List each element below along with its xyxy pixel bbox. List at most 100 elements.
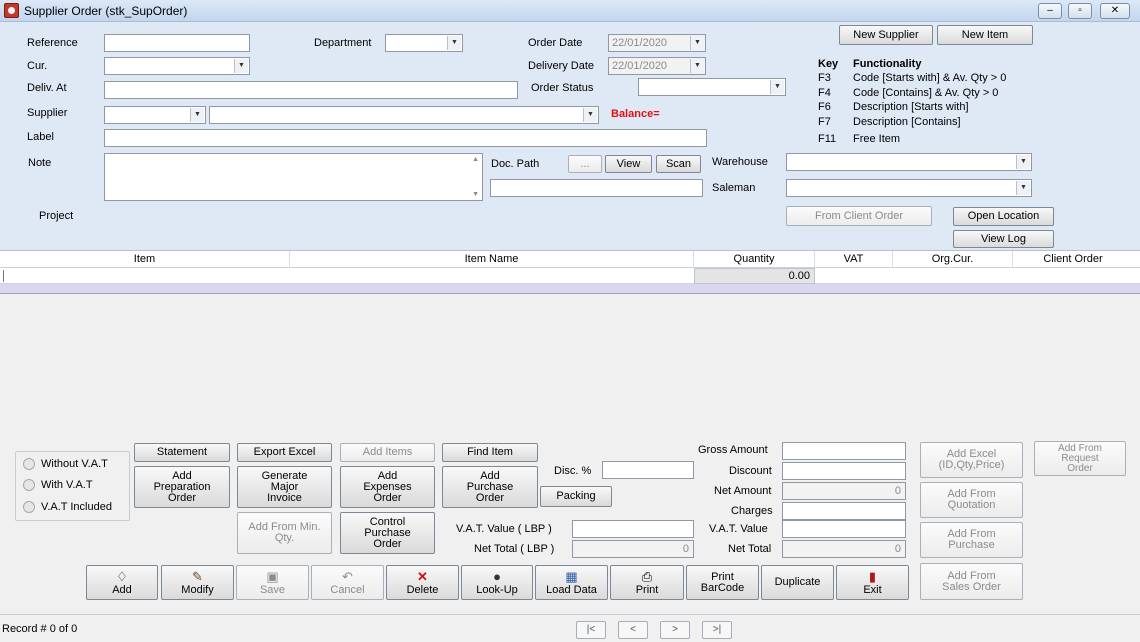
net-amount-input[interactable]: 0 [782,482,906,500]
supplier-code-select[interactable]: ▼ [104,106,206,124]
delete-button[interactable]: ✕ Delete [386,565,459,600]
net-amount-label: Net Amount [714,485,772,497]
order-date-value: 22/01/2020 [612,37,668,49]
column-vat[interactable]: VAT [815,251,893,268]
department-select[interactable]: ▼ [385,34,463,52]
add-from-min-qty-button[interactable]: Add From Min. Qty. [237,512,332,554]
statement-button[interactable]: Statement [134,443,230,462]
add-from-quotation-button[interactable]: Add From Quotation [920,482,1023,518]
key-header: Key [818,58,839,70]
modify-button[interactable]: ✎ Modify [161,565,234,600]
without-vat-label: Without V.A.T [41,458,108,470]
delivery-date-input[interactable]: 22/01/2020 ▼ [608,57,706,75]
deliv-at-label: Deliv. At [27,82,67,94]
restore-button[interactable]: ▫ [1068,3,1092,19]
scroll-up-icon[interactable]: ▲ [472,156,479,163]
deliv-at-input[interactable] [104,81,518,99]
gross-amount-input[interactable] [782,442,906,460]
net-total-label: Net Total [728,543,772,555]
last-record-button[interactable]: >| [702,621,732,639]
add-from-request-order-button[interactable]: Add From Request Order [1034,441,1126,476]
doc-path-input[interactable] [490,179,703,197]
with-vat-radio[interactable] [23,479,35,491]
column-item[interactable]: Item [0,251,290,268]
lookup-button[interactable]: ● Look-Up [461,565,533,600]
from-client-order-button[interactable]: From Client Order [786,206,932,226]
vat-value-input[interactable] [782,520,906,538]
close-button[interactable]: ✕ [1100,3,1130,19]
generate-major-invoice-button[interactable]: Generate Major Invoice [237,466,332,508]
column-org-cur[interactable]: Org.Cur. [893,251,1013,268]
note-textarea[interactable]: ▲ ▼ [104,153,483,201]
exit-button[interactable]: ▮ Exit [836,565,909,600]
save-button[interactable]: ▣ Save [236,565,309,600]
order-date-input[interactable]: 22/01/2020 ▼ [608,34,706,52]
app-icon [4,3,19,18]
delete-label: Delete [406,583,439,596]
view-doc-button[interactable]: View [605,155,652,173]
add-purchase-order-button[interactable]: Add Purchase Order [442,466,538,508]
reference-input[interactable] [104,34,250,52]
control-purchase-order-button[interactable]: Control Purchase Order [340,512,435,554]
load-data-icon: ▦ [565,568,578,584]
key-f11-desc: Free Item [853,133,901,145]
key-f3: F3 [818,72,831,84]
reference-label: Reference [27,37,78,49]
supplier-name-select[interactable]: ▼ [209,106,599,124]
chevron-down-icon: ▼ [770,80,784,94]
currency-select[interactable]: ▼ [104,57,250,75]
add-from-sales-order-button[interactable]: Add From Sales Order [920,563,1023,600]
disc-percent-input[interactable] [602,461,694,479]
quantity-cell[interactable]: 0.00 [694,268,815,284]
print-barcode-button[interactable]: Print BarCode [686,565,759,600]
add-preparation-order-button[interactable]: Add Preparation Order [134,466,230,508]
saleman-select[interactable]: ▼ [786,179,1032,197]
load-data-button[interactable]: ▦ Load Data [535,565,608,600]
charges-input[interactable] [782,502,906,520]
load-data-label: Load Data [546,583,597,596]
browse-button[interactable]: ... [568,155,602,173]
open-location-button[interactable]: Open Location [953,207,1054,226]
add-from-purchase-button[interactable]: Add From Purchase [920,522,1023,558]
discount-input[interactable] [782,462,906,480]
add-button[interactable]: ♢ Add [86,565,158,600]
first-record-button[interactable]: |< [576,621,606,639]
next-record-button[interactable]: > [660,621,690,639]
previous-record-button[interactable]: < [618,621,648,639]
column-client-order[interactable]: Client Order [1013,251,1133,268]
vat-included-radio[interactable] [23,501,35,513]
column-quantity[interactable]: Quantity [694,251,815,268]
packing-button[interactable]: Packing [540,486,612,507]
vat-value-lbp-label: V.A.T. Value ( LBP ) [456,523,552,535]
add-excel-button[interactable]: Add Excel (ID,Qty,Price) [920,442,1023,478]
warehouse-select[interactable]: ▼ [786,153,1032,171]
scroll-down-icon[interactable]: ▼ [472,191,479,198]
order-status-select[interactable]: ▼ [638,78,786,96]
add-items-button[interactable]: Add Items [340,443,435,462]
label-input[interactable] [104,129,707,147]
duplicate-button[interactable]: Duplicate [761,565,834,600]
new-supplier-button[interactable]: New Supplier [839,25,933,45]
order-status-label: Order Status [531,82,594,94]
add-expenses-order-button[interactable]: Add Expenses Order [340,466,435,508]
cancel-button[interactable]: ↶ Cancel [311,565,384,600]
delivery-date-value: 22/01/2020 [612,60,668,72]
project-label: Project [39,210,74,222]
column-item-name[interactable]: Item Name [290,251,694,268]
chevron-down-icon: ▼ [234,59,248,73]
new-item-button[interactable]: New Item [937,25,1033,45]
table-row[interactable]: 0.00 [0,268,1140,284]
doc-path-label: Doc. Path [491,158,540,170]
cancel-label: Cancel [330,583,365,596]
without-vat-radio[interactable] [23,458,35,470]
view-log-button[interactable]: View Log [953,230,1054,248]
export-excel-button[interactable]: Export Excel [237,443,332,462]
net-total-lbp-input[interactable]: 0 [572,540,694,558]
scan-button[interactable]: Scan [656,155,701,173]
vat-value-lbp-input[interactable] [572,520,694,538]
status-bar: Record # 0 of 0 |< < > >| [0,614,1140,642]
print-button[interactable]: ⎙ Print [610,565,684,600]
find-item-button[interactable]: Find Item [442,443,538,462]
minimize-button[interactable]: – [1038,3,1062,19]
net-total-input[interactable]: 0 [782,540,906,558]
